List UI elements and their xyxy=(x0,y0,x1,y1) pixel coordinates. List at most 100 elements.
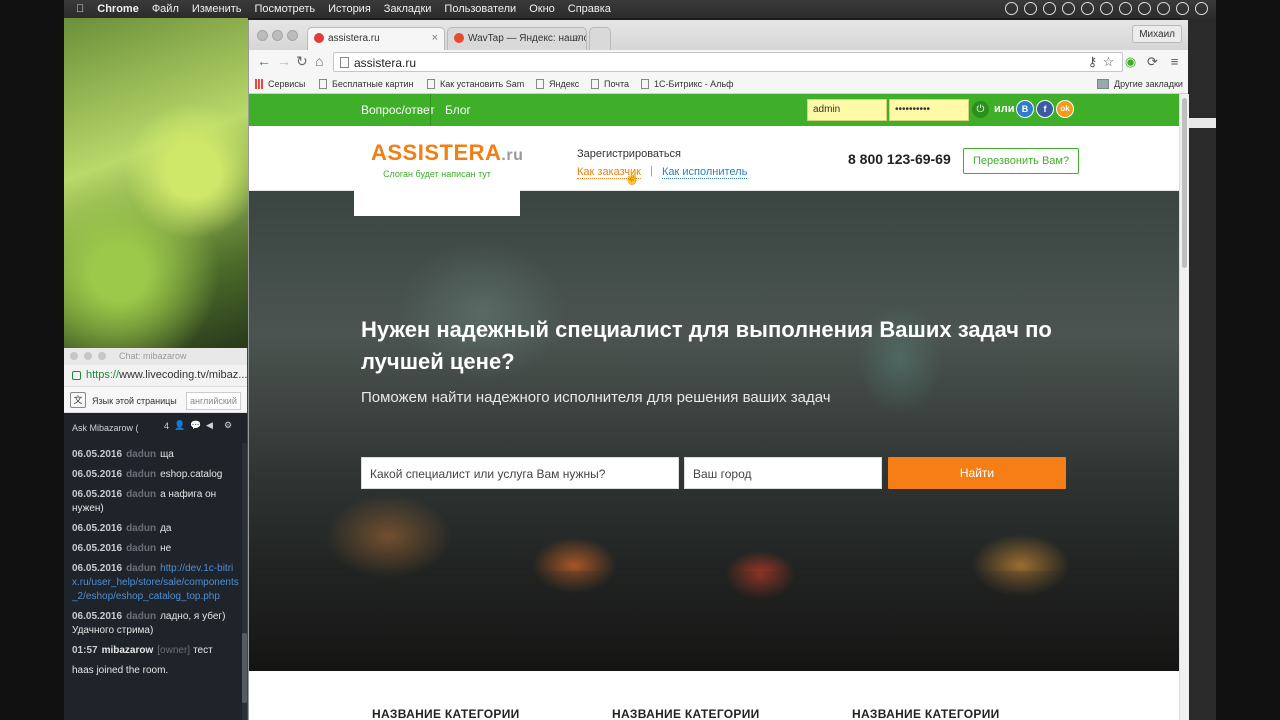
tray-icon[interactable] xyxy=(1119,2,1132,15)
menu-file[interactable]: Файл xyxy=(152,3,179,15)
minimize-window-button[interactable] xyxy=(84,352,92,360)
chat-message: 06.05.2016 dadun а нафига он нужен) xyxy=(72,489,217,514)
chat-scrollbar[interactable] xyxy=(242,443,247,720)
login-password-input[interactable]: •••••••••• xyxy=(889,99,969,121)
mac-menubar:  Chrome Файл Изменить Посмотреть Истори… xyxy=(64,0,1216,18)
home-icon[interactable]: ⌂ xyxy=(315,53,323,69)
tray-icon[interactable] xyxy=(1195,2,1208,15)
browser-toolbar: ← → ↻ ⌂ assistera.ru ⚷ ☆ ◉ ⟳ ≡ xyxy=(249,50,1188,74)
tray-icon[interactable] xyxy=(1062,2,1075,15)
users-icon[interactable]: 👤 xyxy=(174,420,185,431)
menubar-app-name[interactable]: Chrome xyxy=(97,3,139,15)
forward-arrow-icon[interactable]: → xyxy=(277,53,291,69)
bookmark-item[interactable]: 1С-Битрикс - Альф xyxy=(641,79,733,89)
settings-icon[interactable]: ⚙ xyxy=(224,420,232,431)
apple-icon[interactable]:  xyxy=(76,3,84,15)
tray-icon[interactable] xyxy=(1157,2,1170,15)
tray-icon[interactable] xyxy=(1176,2,1189,15)
category-title[interactable]: НАЗВАНИЕ КАТЕГОРИИ xyxy=(852,707,1000,720)
bookmark-item[interactable]: Как установить Sam xyxy=(427,79,524,89)
tray-icon[interactable] xyxy=(1024,2,1037,15)
page-icon xyxy=(591,79,599,89)
zoom-window-button[interactable] xyxy=(98,352,106,360)
menu-history[interactable]: История xyxy=(328,3,371,15)
address-bar[interactable]: assistera.ru xyxy=(333,52,1123,72)
chat-popup-window: Chat: mibazarow https://www.livecoding.t… xyxy=(64,348,248,720)
tray-icon[interactable] xyxy=(1043,2,1056,15)
phone-number: 8 800 123-69-69 xyxy=(848,151,951,167)
tray-icon[interactable] xyxy=(1005,2,1018,15)
bookmark-star-icon[interactable]: ☆ xyxy=(1101,54,1116,69)
menu-help[interactable]: Справка xyxy=(568,3,611,15)
chat-message: 06.05.2016 dadun eshop.catalog xyxy=(72,469,223,480)
chat-message: 06.05.2016 dadun ща xyxy=(72,449,174,460)
logo[interactable]: ASSISTERA.ru Слоган будет написан тут xyxy=(354,126,523,216)
lock-icon xyxy=(72,371,81,380)
other-bookmarks[interactable]: Другие закладки xyxy=(1097,79,1183,89)
close-window-button[interactable] xyxy=(257,30,268,41)
back-arrow-icon[interactable]: ← xyxy=(257,53,271,69)
mouse-cursor-icon: ☝ xyxy=(624,170,641,185)
service-search-input[interactable]: Какой специалист или услуга Вам нужны? xyxy=(361,457,679,489)
chat-room-title: Ask Mibazarow ( xyxy=(72,423,139,433)
translate-language-select[interactable]: английский xyxy=(186,392,241,410)
page-info-icon[interactable] xyxy=(340,57,349,68)
search-button[interactable]: Найти xyxy=(888,457,1066,489)
page-icon xyxy=(319,79,327,89)
sync-icon[interactable]: ⟳ xyxy=(1145,54,1160,69)
bookmark-item[interactable]: Бесплатные картин xyxy=(319,79,413,89)
menu-view[interactable]: Посмотреть xyxy=(254,3,315,15)
chat-message-list: 06.05.2016 dadun ща 06.05.2016 dadun eshop.c… xyxy=(64,448,240,684)
bookmarks-bar: Сервисы Бесплатные картин Как установить… xyxy=(249,74,1188,94)
login-username-input[interactable]: admin xyxy=(807,99,887,121)
chrome-window: assistera.ru × WavTap — Яндекс: нашлос ×… xyxy=(248,20,1189,720)
page-scrollbar[interactable] xyxy=(1179,94,1189,720)
key-icon[interactable]: ⚷ xyxy=(1085,54,1100,69)
bookmark-item[interactable]: Почта xyxy=(591,79,629,89)
tray-icon[interactable] xyxy=(1100,2,1113,15)
hero-banner: Нужен надежный специалист для выполнения… xyxy=(249,191,1179,671)
viewer-count: 4 xyxy=(164,421,170,431)
close-tab-icon[interactable]: × xyxy=(574,32,580,44)
city-input[interactable]: Ваш город xyxy=(684,457,882,489)
new-tab-button[interactable] xyxy=(589,27,611,50)
translate-icon[interactable]: 文 xyxy=(70,392,86,408)
desktop-wallpaper xyxy=(64,18,248,358)
tray-icon[interactable] xyxy=(1138,2,1151,15)
tab-wavtap[interactable]: WavTap — Яндекс: нашлос × xyxy=(447,27,587,50)
chat-bubbles-icon[interactable]: 💬 xyxy=(190,420,201,431)
category-title[interactable]: НАЗВАНИЕ КАТЕГОРИИ xyxy=(372,707,520,720)
menu-window[interactable]: Окно xyxy=(529,3,555,15)
page-icon xyxy=(427,79,435,89)
nav-blog-link[interactable]: Блог xyxy=(445,103,471,117)
nav-qa-link[interactable]: Вопрос/ответ xyxy=(361,103,435,117)
close-tab-icon[interactable]: × xyxy=(432,32,438,44)
minimize-window-button[interactable] xyxy=(272,30,283,41)
category-title[interactable]: НАЗВАНИЕ КАТЕГОРИИ xyxy=(612,707,760,720)
callback-button[interactable]: Перезвонить Вам? xyxy=(963,148,1080,174)
odnoklassniki-login-icon[interactable]: ok xyxy=(1056,100,1074,118)
vk-login-icon[interactable]: В xyxy=(1016,100,1034,118)
bookmark-item[interactable]: Яндекс xyxy=(536,79,579,89)
chat-url-bar[interactable]: https://www.livecoding.tv/mibaz... xyxy=(64,365,247,387)
chrome-menu-icon[interactable]: ≡ xyxy=(1167,54,1182,69)
login-power-icon[interactable]: ⏻ xyxy=(972,101,989,118)
register-as-contractor-link[interactable]: Как исполнитель xyxy=(662,166,748,179)
menu-users[interactable]: Пользователи xyxy=(444,3,516,15)
close-window-button[interactable] xyxy=(70,352,78,360)
zoom-window-button[interactable] xyxy=(287,30,298,41)
menu-bookmarks[interactable]: Закладки xyxy=(384,3,432,15)
facebook-login-icon[interactable]: f xyxy=(1036,100,1054,118)
tab-assistera[interactable]: assistera.ru × xyxy=(307,27,445,50)
menu-edit[interactable]: Изменить xyxy=(192,3,242,15)
chat-message: 06.05.2016 dadun http://dev.1c-bitrix.ru/u… xyxy=(72,563,239,602)
extension-icon[interactable]: ◉ xyxy=(1123,54,1138,69)
tray-icon[interactable] xyxy=(1081,2,1094,15)
bookmark-services[interactable]: Сервисы xyxy=(255,79,305,89)
profile-button[interactable]: Михаил xyxy=(1132,25,1182,43)
volume-icon[interactable]: ◀ xyxy=(206,420,213,431)
chat-message: 06.05.2016 dadun ладно, я убег) Удачного с… xyxy=(72,611,226,636)
reload-icon[interactable]: ↻ xyxy=(296,53,308,70)
logo-slogan: Слоган будет написан тут xyxy=(383,169,491,179)
right-letterbox xyxy=(1216,0,1280,720)
